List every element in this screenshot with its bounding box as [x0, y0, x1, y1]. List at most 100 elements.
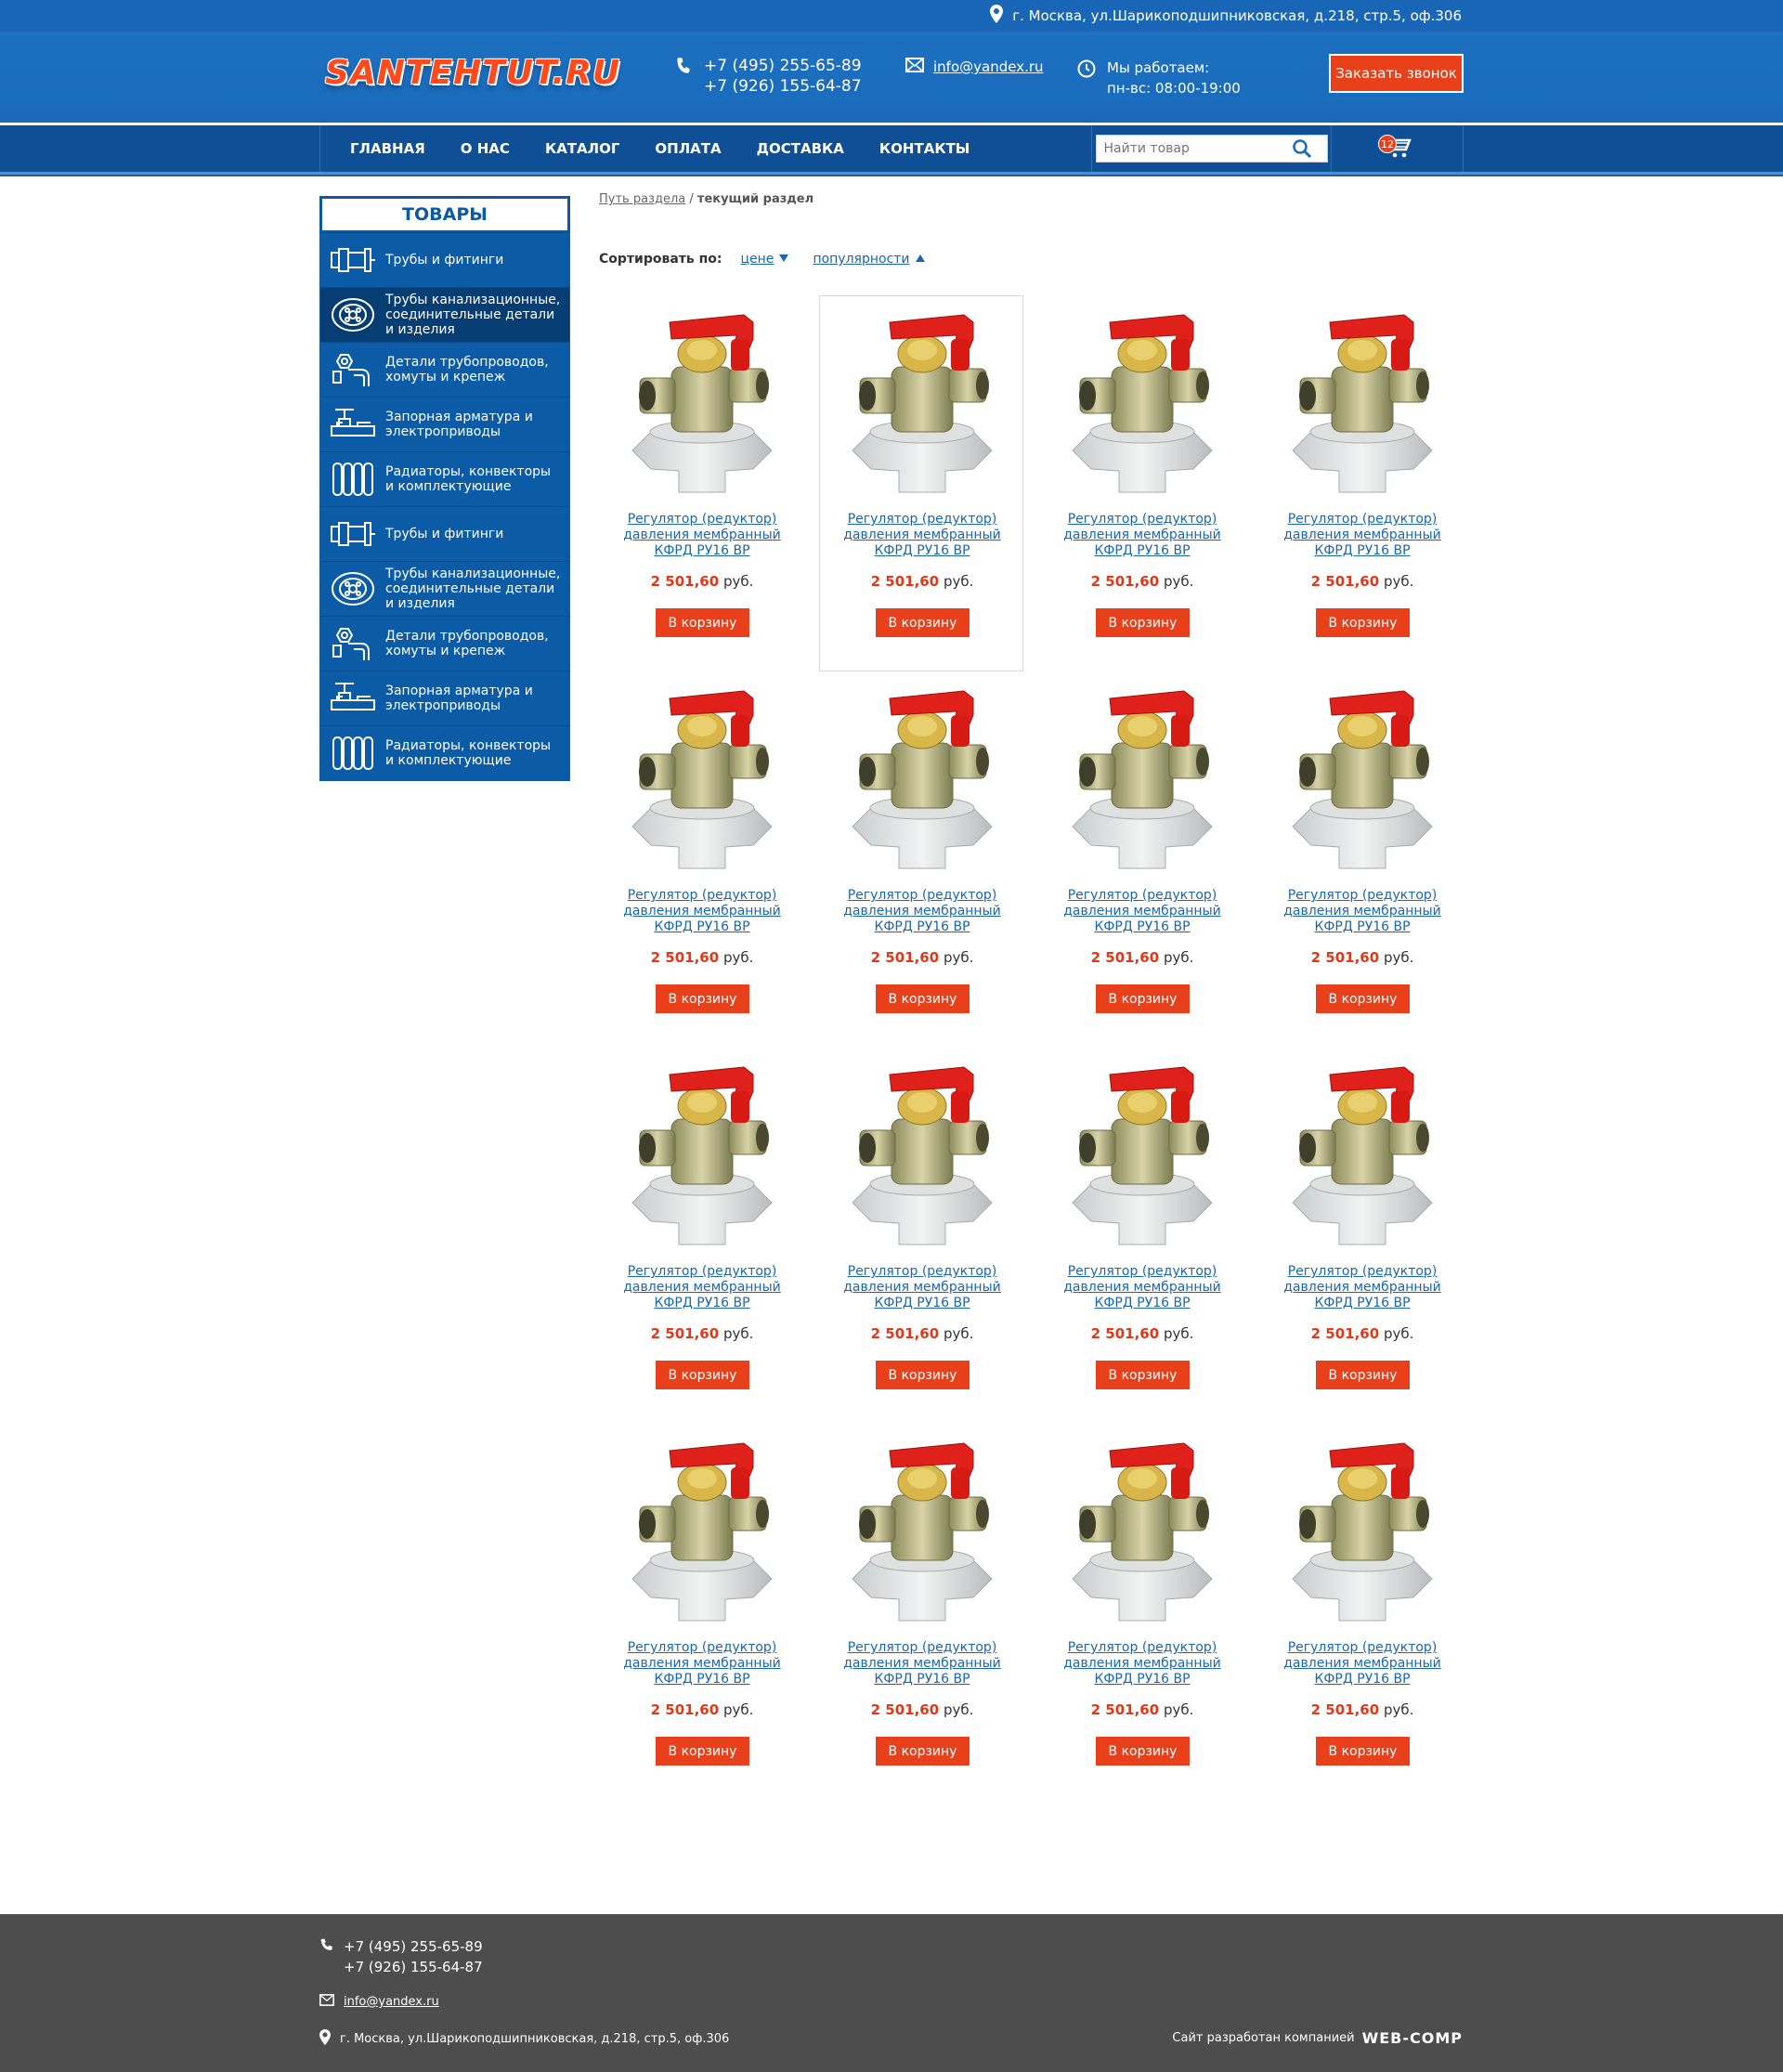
- product-title-link[interactable]: Регулятор (редуктор) давления мембранный К…: [1260, 1264, 1464, 1311]
- footer-email-link[interactable]: info@yandex.ru: [344, 1995, 439, 2009]
- sidebar-item-label: Запорная арматура и электроприводы: [385, 684, 533, 713]
- add-to-cart-button[interactable]: В корзину: [1316, 1737, 1410, 1766]
- product-title-line: КФРД РУ16 ВР: [1094, 1296, 1191, 1310]
- footer-phone-2[interactable]: +7 (926) 155-64-87: [344, 1957, 483, 1977]
- product-title-link[interactable]: Регулятор (редуктор) давления мембранный К…: [600, 512, 804, 559]
- add-to-cart-button[interactable]: В корзину: [656, 984, 749, 1013]
- add-to-cart-button[interactable]: В корзину: [876, 984, 970, 1013]
- product-title-link[interactable]: Регулятор (редуктор) давления мембранный К…: [1040, 1264, 1244, 1311]
- product-title-link[interactable]: Регулятор (редуктор) давления мембранный К…: [820, 512, 1024, 559]
- developer-brand[interactable]: WEB-COMP: [1362, 2029, 1463, 2047]
- sidebar-item[interactable]: Трубы и фитинги: [320, 232, 569, 287]
- search-icon[interactable]: [1292, 138, 1312, 159]
- product-image[interactable]: [614, 678, 790, 878]
- sort-by-price[interactable]: цене: [741, 252, 789, 267]
- add-to-cart-button[interactable]: В корзину: [1316, 1361, 1410, 1389]
- product-image[interactable]: [1274, 678, 1451, 878]
- sidebar-item[interactable]: Запорная арматура и электроприводы: [320, 397, 569, 451]
- callback-button[interactable]: Заказать звонок: [1329, 54, 1464, 93]
- pipe-fitting-icon: [320, 507, 385, 561]
- product-title-link[interactable]: Регулятор (редуктор) давления мембранный К…: [1260, 888, 1464, 935]
- product-title-link[interactable]: Регулятор (редуктор) давления мембранный К…: [1040, 1640, 1244, 1688]
- cart-button[interactable]: 12: [1331, 125, 1464, 172]
- product-image[interactable]: [834, 678, 1010, 878]
- add-to-cart-button[interactable]: В корзину: [876, 608, 970, 637]
- add-to-cart-button[interactable]: В корзину: [1316, 608, 1410, 637]
- add-to-cart-button[interactable]: В корзину: [876, 1737, 970, 1766]
- product-price: 2 501,60 руб.: [1260, 573, 1464, 590]
- sidebar-item[interactable]: Запорная арматура и электроприводы: [320, 671, 569, 725]
- header-phone-1[interactable]: +7 (495) 255-65-89: [704, 56, 862, 76]
- nav-item-about[interactable]: О НАС: [443, 125, 527, 172]
- product-price-currency: руб.: [722, 1701, 754, 1718]
- radiator-icon: [320, 726, 385, 780]
- product-price-value: 2 501,60: [650, 1701, 720, 1718]
- add-to-cart-button[interactable]: В корзину: [876, 1361, 970, 1389]
- add-to-cart-button[interactable]: В корзину: [656, 1361, 749, 1389]
- product-image[interactable]: [834, 302, 1010, 502]
- product-title-link[interactable]: Регулятор (редуктор) давления мембранный К…: [1260, 512, 1464, 559]
- category-sidebar: ТОВАРЫ Трубы и фитинги Трубы канализацион…: [319, 196, 570, 781]
- product-image[interactable]: [1054, 302, 1230, 502]
- header-email-link[interactable]: info@yandex.ru: [933, 59, 1044, 75]
- add-to-cart-button[interactable]: В корзину: [1096, 608, 1190, 637]
- nav-item-payment[interactable]: ОПЛАТА: [637, 125, 738, 172]
- product-image[interactable]: [1054, 1430, 1230, 1630]
- product-image[interactable]: [1274, 302, 1451, 502]
- sidebar-item[interactable]: Радиаторы, конвекторы и комплектующие: [320, 451, 569, 506]
- product-price-currency: руб.: [1383, 949, 1414, 966]
- breadcrumb-path-link[interactable]: Путь раздела: [599, 192, 685, 206]
- product-price: 2 501,60 руб.: [1260, 1701, 1464, 1718]
- product-title-link[interactable]: Регулятор (редуктор) давления мембранный К…: [820, 1640, 1024, 1688]
- product-price-currency: руб.: [722, 949, 754, 966]
- sort-by-popularity[interactable]: популярности: [813, 252, 925, 267]
- nav-item-delivery[interactable]: ДОСТАВКА: [739, 125, 862, 172]
- nav-item-contacts[interactable]: КОНТАКТЫ: [862, 125, 987, 172]
- product-image[interactable]: [614, 1054, 790, 1254]
- product-image[interactable]: [1054, 1054, 1230, 1254]
- product-image[interactable]: [614, 302, 790, 502]
- product-image[interactable]: [1274, 1054, 1451, 1254]
- product-title-link[interactable]: Регулятор (редуктор) давления мембранный К…: [820, 1264, 1024, 1311]
- product-card: Регулятор (редуктор) давления мембранный К…: [1039, 671, 1243, 1048]
- sidebar-item[interactable]: Трубы канализационные, соединительные де…: [320, 287, 569, 342]
- phone-icon: [319, 1936, 334, 1977]
- product-image[interactable]: [1054, 678, 1230, 878]
- product-image[interactable]: [834, 1054, 1010, 1254]
- product-image[interactable]: [1274, 1430, 1451, 1630]
- sidebar-item[interactable]: Трубы и фитинги: [320, 506, 569, 561]
- product-title-link[interactable]: Регулятор (редуктор) давления мембранный К…: [600, 1640, 804, 1688]
- product-title-line: Регулятор (редуктор): [1287, 888, 1438, 903]
- footer-phone-1[interactable]: +7 (495) 255-65-89: [344, 1936, 483, 1957]
- product-title-link[interactable]: Регулятор (редуктор) давления мембранный К…: [1040, 888, 1244, 935]
- nav-item-catalog[interactable]: КАТАЛОГ: [527, 125, 637, 172]
- add-to-cart-button[interactable]: В корзину: [1096, 1737, 1190, 1766]
- header-phone-2[interactable]: +7 (926) 155-64-87: [704, 76, 862, 97]
- product-title-link[interactable]: Регулятор (редуктор) давления мембранный К…: [820, 888, 1024, 935]
- product-image[interactable]: [614, 1430, 790, 1630]
- sidebar-item[interactable]: Детали трубопроводов, хомуты и крепеж: [320, 616, 569, 671]
- product-image[interactable]: [834, 1430, 1010, 1630]
- add-to-cart-button[interactable]: В корзину: [656, 1737, 749, 1766]
- sidebar-item-label: Радиаторы, конвекторы и комплектующие: [385, 464, 552, 494]
- sidebar-item[interactable]: Радиаторы, конвекторы и комплектующие: [320, 725, 569, 780]
- search-input[interactable]: [1096, 137, 1292, 161]
- product-title-link[interactable]: Регулятор (редуктор) давления мембранный К…: [600, 1264, 804, 1311]
- sidebar-item[interactable]: Трубы канализационные, соединительные де…: [320, 561, 569, 616]
- sidebar-item[interactable]: Детали трубопроводов, хомуты и крепеж: [320, 342, 569, 397]
- add-to-cart-button[interactable]: В корзину: [1096, 1361, 1190, 1389]
- add-to-cart-button[interactable]: В корзину: [656, 608, 749, 637]
- add-to-cart-button[interactable]: В корзину: [1096, 984, 1190, 1013]
- product-card: Регулятор (редуктор) давления мембранный К…: [1259, 1424, 1464, 1800]
- site-logo[interactable]: SANTEHTUT.RU: [325, 54, 620, 92]
- product-title-link[interactable]: Регулятор (редуктор) давления мембранный К…: [1260, 1640, 1464, 1688]
- product-title-link[interactable]: Регулятор (редуктор) давления мембранный К…: [600, 888, 804, 935]
- nav-item-home[interactable]: ГЛАВНАЯ: [320, 125, 443, 172]
- product-title-line: давления мембранный: [843, 1656, 1001, 1671]
- location-pin-icon: [990, 5, 1004, 27]
- add-to-cart-button[interactable]: В корзину: [1316, 984, 1410, 1013]
- product-title-link[interactable]: Регулятор (редуктор) давления мембранный К…: [1040, 512, 1244, 559]
- location-pin-icon: [319, 2029, 331, 2049]
- product-title-line: давления мембранный: [623, 1280, 781, 1295]
- product-card: Регулятор (редуктор) давления мембранный К…: [1039, 1048, 1243, 1424]
